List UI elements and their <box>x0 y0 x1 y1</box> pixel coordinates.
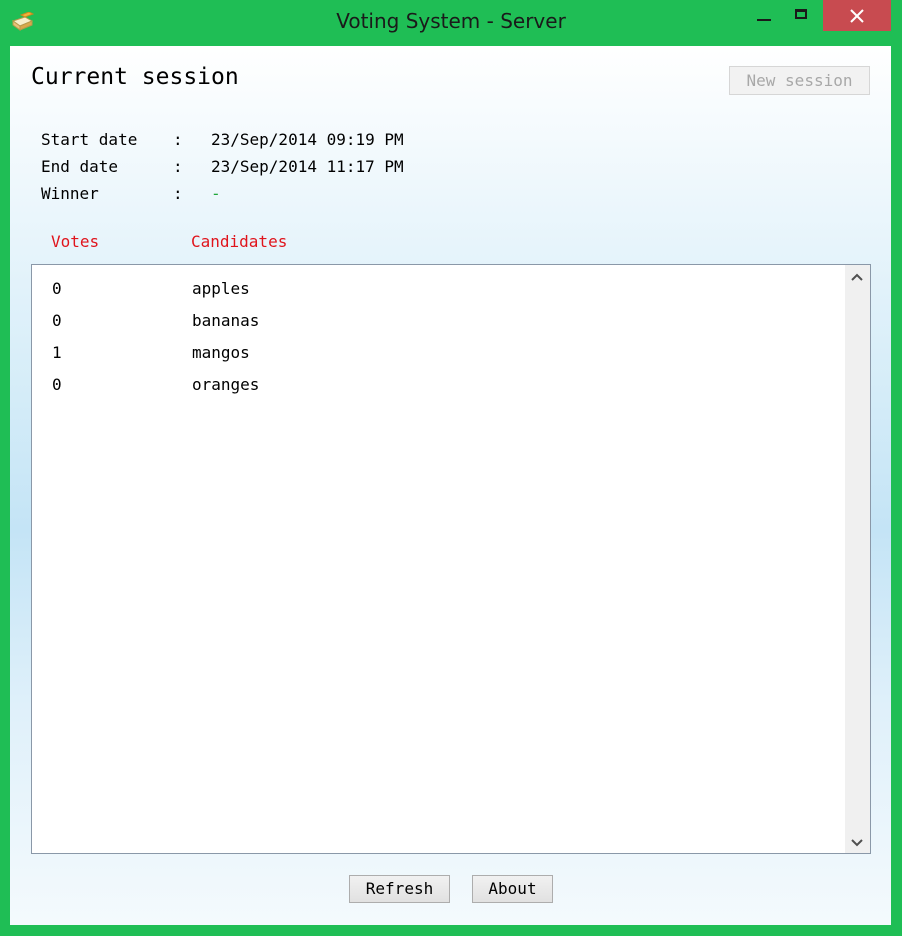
vertical-scrollbar[interactable] <box>845 265 870 853</box>
candidate-name: apples <box>192 279 250 298</box>
maximize-button[interactable] <box>785 0 821 31</box>
list-item[interactable]: 1 mangos <box>32 334 845 366</box>
maximize-icon <box>795 9 807 19</box>
candidate-name: oranges <box>192 375 260 394</box>
winner-label: Winner <box>41 184 99 203</box>
separator: : <box>173 184 183 203</box>
chevron-up-icon[interactable] <box>851 273 863 281</box>
list-item[interactable]: 0 oranges <box>32 366 845 398</box>
vote-count: 0 <box>52 375 62 394</box>
vote-count: 0 <box>52 279 62 298</box>
list-item[interactable]: 0 bananas <box>32 302 845 334</box>
minimize-button[interactable] <box>743 0 785 31</box>
vote-count: 0 <box>52 311 62 330</box>
start-date-value: 23/Sep/2014 09:19 PM <box>211 130 404 149</box>
vote-count: 1 <box>52 343 62 362</box>
page-title: Current session <box>31 64 239 90</box>
results-list[interactable]: 0 apples 0 bananas 1 mangos 0 oranges <box>31 264 871 854</box>
separator: : <box>173 157 183 176</box>
new-session-button[interactable]: New session <box>729 66 870 95</box>
chevron-down-icon[interactable] <box>851 839 863 847</box>
winner-value: - <box>211 184 221 203</box>
end-date-label: End date <box>41 157 119 176</box>
client-area: Current session New session Start date :… <box>10 46 891 925</box>
close-button[interactable] <box>823 0 891 31</box>
list-item[interactable]: 0 apples <box>32 270 845 302</box>
candidate-name: bananas <box>192 311 260 330</box>
close-icon <box>850 9 864 23</box>
minimize-icon <box>757 19 771 21</box>
votes-column-header[interactable]: Votes <box>51 232 99 251</box>
about-button[interactable]: About <box>472 875 553 903</box>
end-date-value: 23/Sep/2014 11:17 PM <box>211 157 404 176</box>
start-date-label: Start date <box>41 130 138 149</box>
title-bar[interactable]: Voting System - Server <box>0 0 902 46</box>
refresh-button[interactable]: Refresh <box>349 875 450 903</box>
candidate-name: mangos <box>192 343 250 362</box>
app-window: Voting System - Server Current session N… <box>0 0 902 936</box>
candidates-column-header[interactable]: Candidates <box>191 232 287 251</box>
separator: : <box>173 130 183 149</box>
